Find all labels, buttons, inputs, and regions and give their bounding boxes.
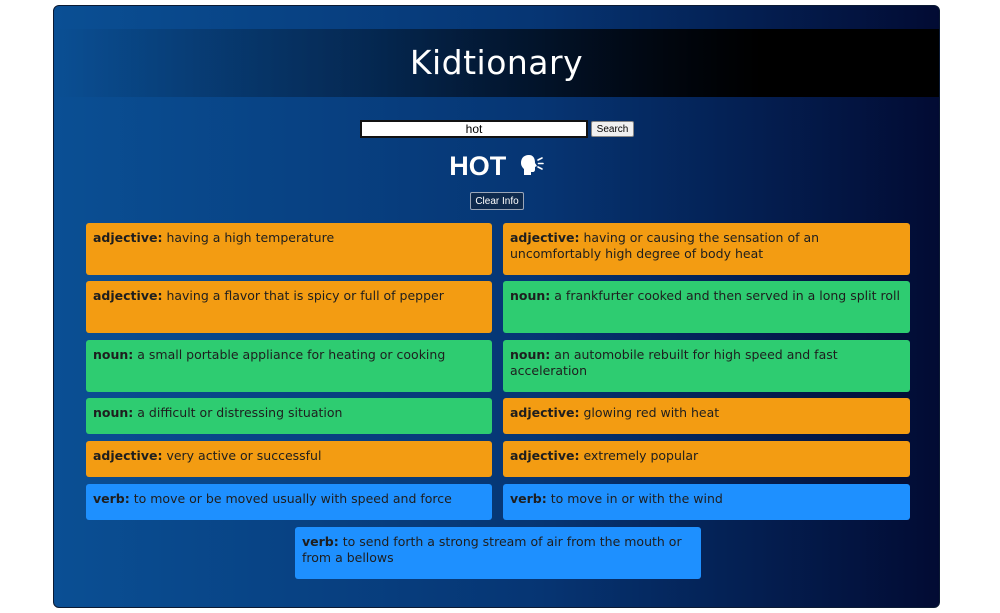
part-of-speech: adjective: <box>510 230 580 245</box>
word-heading: HOT <box>449 151 507 181</box>
definition-text: to move or be moved usually with speed a… <box>133 491 452 506</box>
speaking-head-icon[interactable] <box>520 152 544 183</box>
part-of-speech: noun: <box>93 405 134 420</box>
part-of-speech: verb: <box>510 491 547 506</box>
definition-card: noun: an automobile rebuilt for high spe… <box>503 340 910 392</box>
part-of-speech: adjective: <box>510 448 580 463</box>
word-heading-row: HOT <box>54 151 939 183</box>
part-of-speech: adjective: <box>510 405 580 420</box>
definition-card: adjective: glowing red with heat <box>503 398 910 434</box>
search-input[interactable] <box>360 120 588 138</box>
definition-card: adjective: having or causing the sensati… <box>503 223 910 275</box>
definition-card: noun: a small portable appliance for hea… <box>86 340 492 392</box>
definition-card: adjective: having a high temperature <box>86 223 492 275</box>
definition-text: a difficult or distressing situation <box>137 405 343 420</box>
definition-text: having a flavor that is spicy or full of… <box>166 288 444 303</box>
definition-card: adjective: extremely popular <box>503 441 910 477</box>
definition-text: having a high temperature <box>166 230 335 245</box>
part-of-speech: verb: <box>93 491 130 506</box>
definition-card: noun: a difficult or distressing situati… <box>86 398 492 434</box>
header-bar: Kidtionary <box>54 29 939 97</box>
definition-card: adjective: having a flavor that is spicy… <box>86 281 492 333</box>
definition-text: very active or successful <box>166 448 322 463</box>
definition-text: to send forth a strong stream of air fro… <box>302 534 682 565</box>
definition-card: noun: a frankfurter cooked and then serv… <box>503 281 910 333</box>
definition-card: verb: to move in or with the wind <box>503 484 910 520</box>
definition-text: a small portable appliance for heating o… <box>137 347 446 362</box>
part-of-speech: noun: <box>510 347 551 362</box>
definition-text: a frankfurter cooked and then served in … <box>554 288 900 303</box>
clear-info-button[interactable]: Clear Info <box>470 192 524 210</box>
definition-card: verb: to move or be moved usually with s… <box>86 484 492 520</box>
search-button[interactable]: Search <box>591 121 634 137</box>
definition-text: extremely popular <box>583 448 699 463</box>
part-of-speech: noun: <box>93 347 134 362</box>
part-of-speech: adjective: <box>93 230 163 245</box>
definition-text: to move in or with the wind <box>550 491 723 506</box>
definition-card: adjective: very active or successful <box>86 441 492 477</box>
part-of-speech: adjective: <box>93 288 163 303</box>
definition-text: an automobile rebuilt for high speed and… <box>510 347 838 378</box>
app-title: Kidtionary <box>409 43 584 82</box>
definition-text: glowing red with heat <box>583 405 720 420</box>
definition-card: verb: to send forth a strong stream of a… <box>295 527 701 579</box>
part-of-speech: verb: <box>302 534 339 549</box>
app-card: Kidtionary Search HOT Clear Info adjecti… <box>53 5 940 608</box>
part-of-speech: noun: <box>510 288 551 303</box>
part-of-speech: adjective: <box>93 448 163 463</box>
